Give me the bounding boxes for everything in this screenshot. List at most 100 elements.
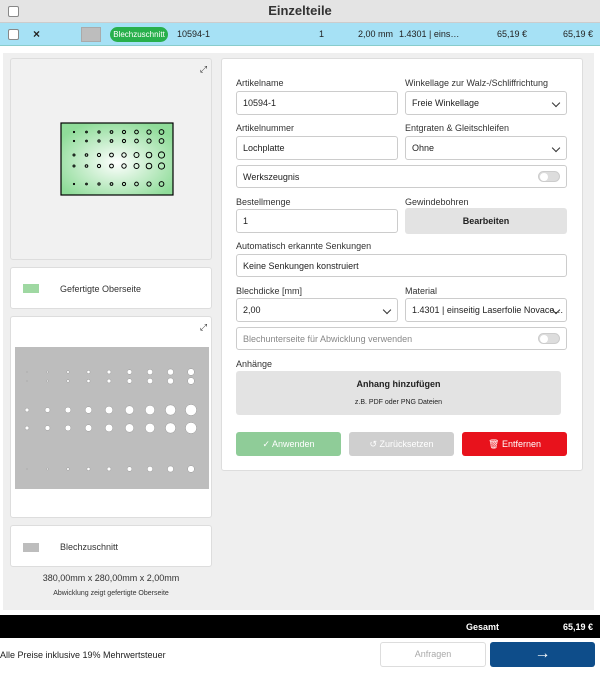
hole	[26, 371, 28, 373]
hole	[147, 369, 153, 375]
hole	[64, 406, 72, 414]
artikelname-input[interactable]: 10594-1	[236, 91, 398, 115]
hole	[125, 405, 134, 415]
anhang-button-label: Anhang hinzufügen	[356, 379, 441, 389]
reset-button-label: Zurücksetzen	[379, 439, 434, 449]
remove-icon[interactable]: ×	[33, 27, 40, 41]
hole	[46, 370, 49, 374]
winkellage-select[interactable]: Freie Winkellage	[405, 91, 567, 115]
total-value: 65,19 €	[563, 622, 594, 632]
row-thickness: 2,00 mm	[358, 29, 394, 39]
hole	[185, 404, 197, 416]
hole	[66, 370, 70, 374]
hole	[167, 377, 174, 385]
anhang-hint: z.B. PDF oder PNG Dateien	[354, 399, 443, 406]
legend-top-card: Gefertigte Oberseite	[10, 267, 212, 309]
material-label: Material	[405, 286, 438, 296]
request-button[interactable]: Anfragen	[380, 642, 486, 667]
hole	[187, 377, 195, 385]
hole	[165, 422, 176, 434]
gewinde-label: Gewindebohren	[405, 197, 469, 207]
entgraten-label: Entgraten & Gleitschleifen	[405, 123, 510, 133]
preview-note: Abwicklung zeigt gefertigte Oberseite	[53, 590, 169, 597]
part-preview-top	[60, 122, 174, 196]
hole	[86, 370, 91, 374]
bestellmenge-label: Bestellmenge	[236, 197, 291, 207]
hole	[24, 425, 30, 431]
check-circle-icon: ✓	[262, 439, 272, 449]
legend-swatch-green	[23, 284, 39, 293]
hole	[125, 423, 134, 433]
hole	[44, 425, 51, 431]
hole	[145, 405, 155, 415]
hole	[64, 424, 72, 432]
hole	[185, 422, 197, 434]
apply-button-label: Anwenden	[272, 439, 315, 449]
hole	[147, 466, 153, 472]
hole	[26, 468, 28, 470]
legend-bottom-label: Blechzuschnitt	[60, 542, 119, 552]
blechdicke-select[interactable]: 2,00	[236, 298, 398, 322]
preview-card-bottom: ⤢	[10, 316, 212, 518]
row-unit-price: 65,19 €	[497, 29, 528, 39]
part-thumbnail	[81, 27, 101, 42]
hole	[126, 466, 133, 472]
werkszeugnis-toggle[interactable]	[538, 171, 560, 182]
expand-icon[interactable]: ⤢	[199, 65, 208, 74]
legend-swatch-gray	[23, 543, 39, 552]
anhang-dropzone[interactable]: Anhang hinzufügen z.B. PDF oder PNG Date…	[236, 371, 561, 415]
part-preview-bottom	[15, 347, 209, 489]
row-checkbox[interactable]	[8, 29, 19, 40]
hole	[106, 466, 112, 472]
row-total-price: 65,19 €	[563, 29, 594, 39]
hole	[165, 404, 176, 416]
trash-icon: 🗑	[488, 439, 502, 449]
hole	[187, 368, 195, 376]
reset-button[interactable]: ↺ Zurücksetzen	[349, 432, 454, 456]
bestellmenge-input[interactable]: 1	[236, 209, 398, 233]
hole	[104, 405, 114, 415]
preview-card-top: ⤢	[10, 58, 212, 260]
hole	[86, 467, 91, 471]
hole	[84, 424, 93, 432]
hole	[145, 423, 155, 433]
expand-icon[interactable]: ⤢	[199, 323, 208, 332]
apply-button[interactable]: ✓ Anwenden	[236, 432, 341, 456]
header-bar: Einzelteile	[0, 0, 600, 23]
hole	[187, 465, 195, 473]
table-row[interactable]: × Blechzuschnitt 10594-1 1 2,00 mm 1.430…	[0, 23, 600, 46]
hole	[46, 467, 49, 471]
blechdicke-label: Blechdicke [mm]	[236, 286, 303, 296]
werkszeugnis-label: Werkszeugnis	[243, 172, 300, 182]
row-material: 1.4301 | eins…	[399, 29, 460, 39]
artikelnummer-input[interactable]: Lochplatte	[236, 136, 398, 160]
hole	[84, 406, 93, 414]
artikelname-label: Artikelname	[236, 78, 284, 88]
hole	[44, 407, 51, 413]
hole	[86, 379, 91, 383]
gewinde-edit-button[interactable]: Bearbeiten	[405, 208, 567, 234]
row-quantity: 1	[319, 29, 325, 39]
unterseite-row: Blechunterseite für Abwicklung verwenden	[236, 327, 567, 350]
delete-button-label: Entfernen	[501, 439, 541, 449]
status-badge: Blechzuschnitt	[110, 27, 168, 42]
legend-bottom-card: Blechzuschnitt	[10, 525, 212, 567]
hole	[26, 380, 28, 382]
entgraten-select[interactable]: Ohne	[405, 136, 567, 160]
hole	[106, 378, 112, 384]
hole	[167, 368, 174, 376]
hole	[147, 378, 153, 384]
total-bar: Gesamt 65,19 €	[0, 615, 600, 638]
winkellage-label: Winkellage zur Walz-/Schliffrichtung	[405, 78, 549, 88]
delete-button[interactable]: 🗑 Entfernen	[462, 432, 567, 456]
hole	[24, 407, 30, 413]
hole	[126, 378, 133, 384]
artikelnummer-label: Artikelnummer	[236, 123, 295, 133]
row-name: 10594-1	[177, 29, 211, 39]
unterseite-toggle[interactable]	[538, 333, 560, 344]
werkszeugnis-row: Werkszeugnis	[236, 165, 567, 188]
hole	[106, 369, 112, 375]
next-arrow-icon[interactable]: →	[490, 642, 595, 667]
unterseite-label: Blechunterseite für Abwicklung verwenden	[243, 334, 413, 344]
material-select[interactable]: 1.4301 | einseitig Laserfolie Novace…	[405, 298, 567, 322]
